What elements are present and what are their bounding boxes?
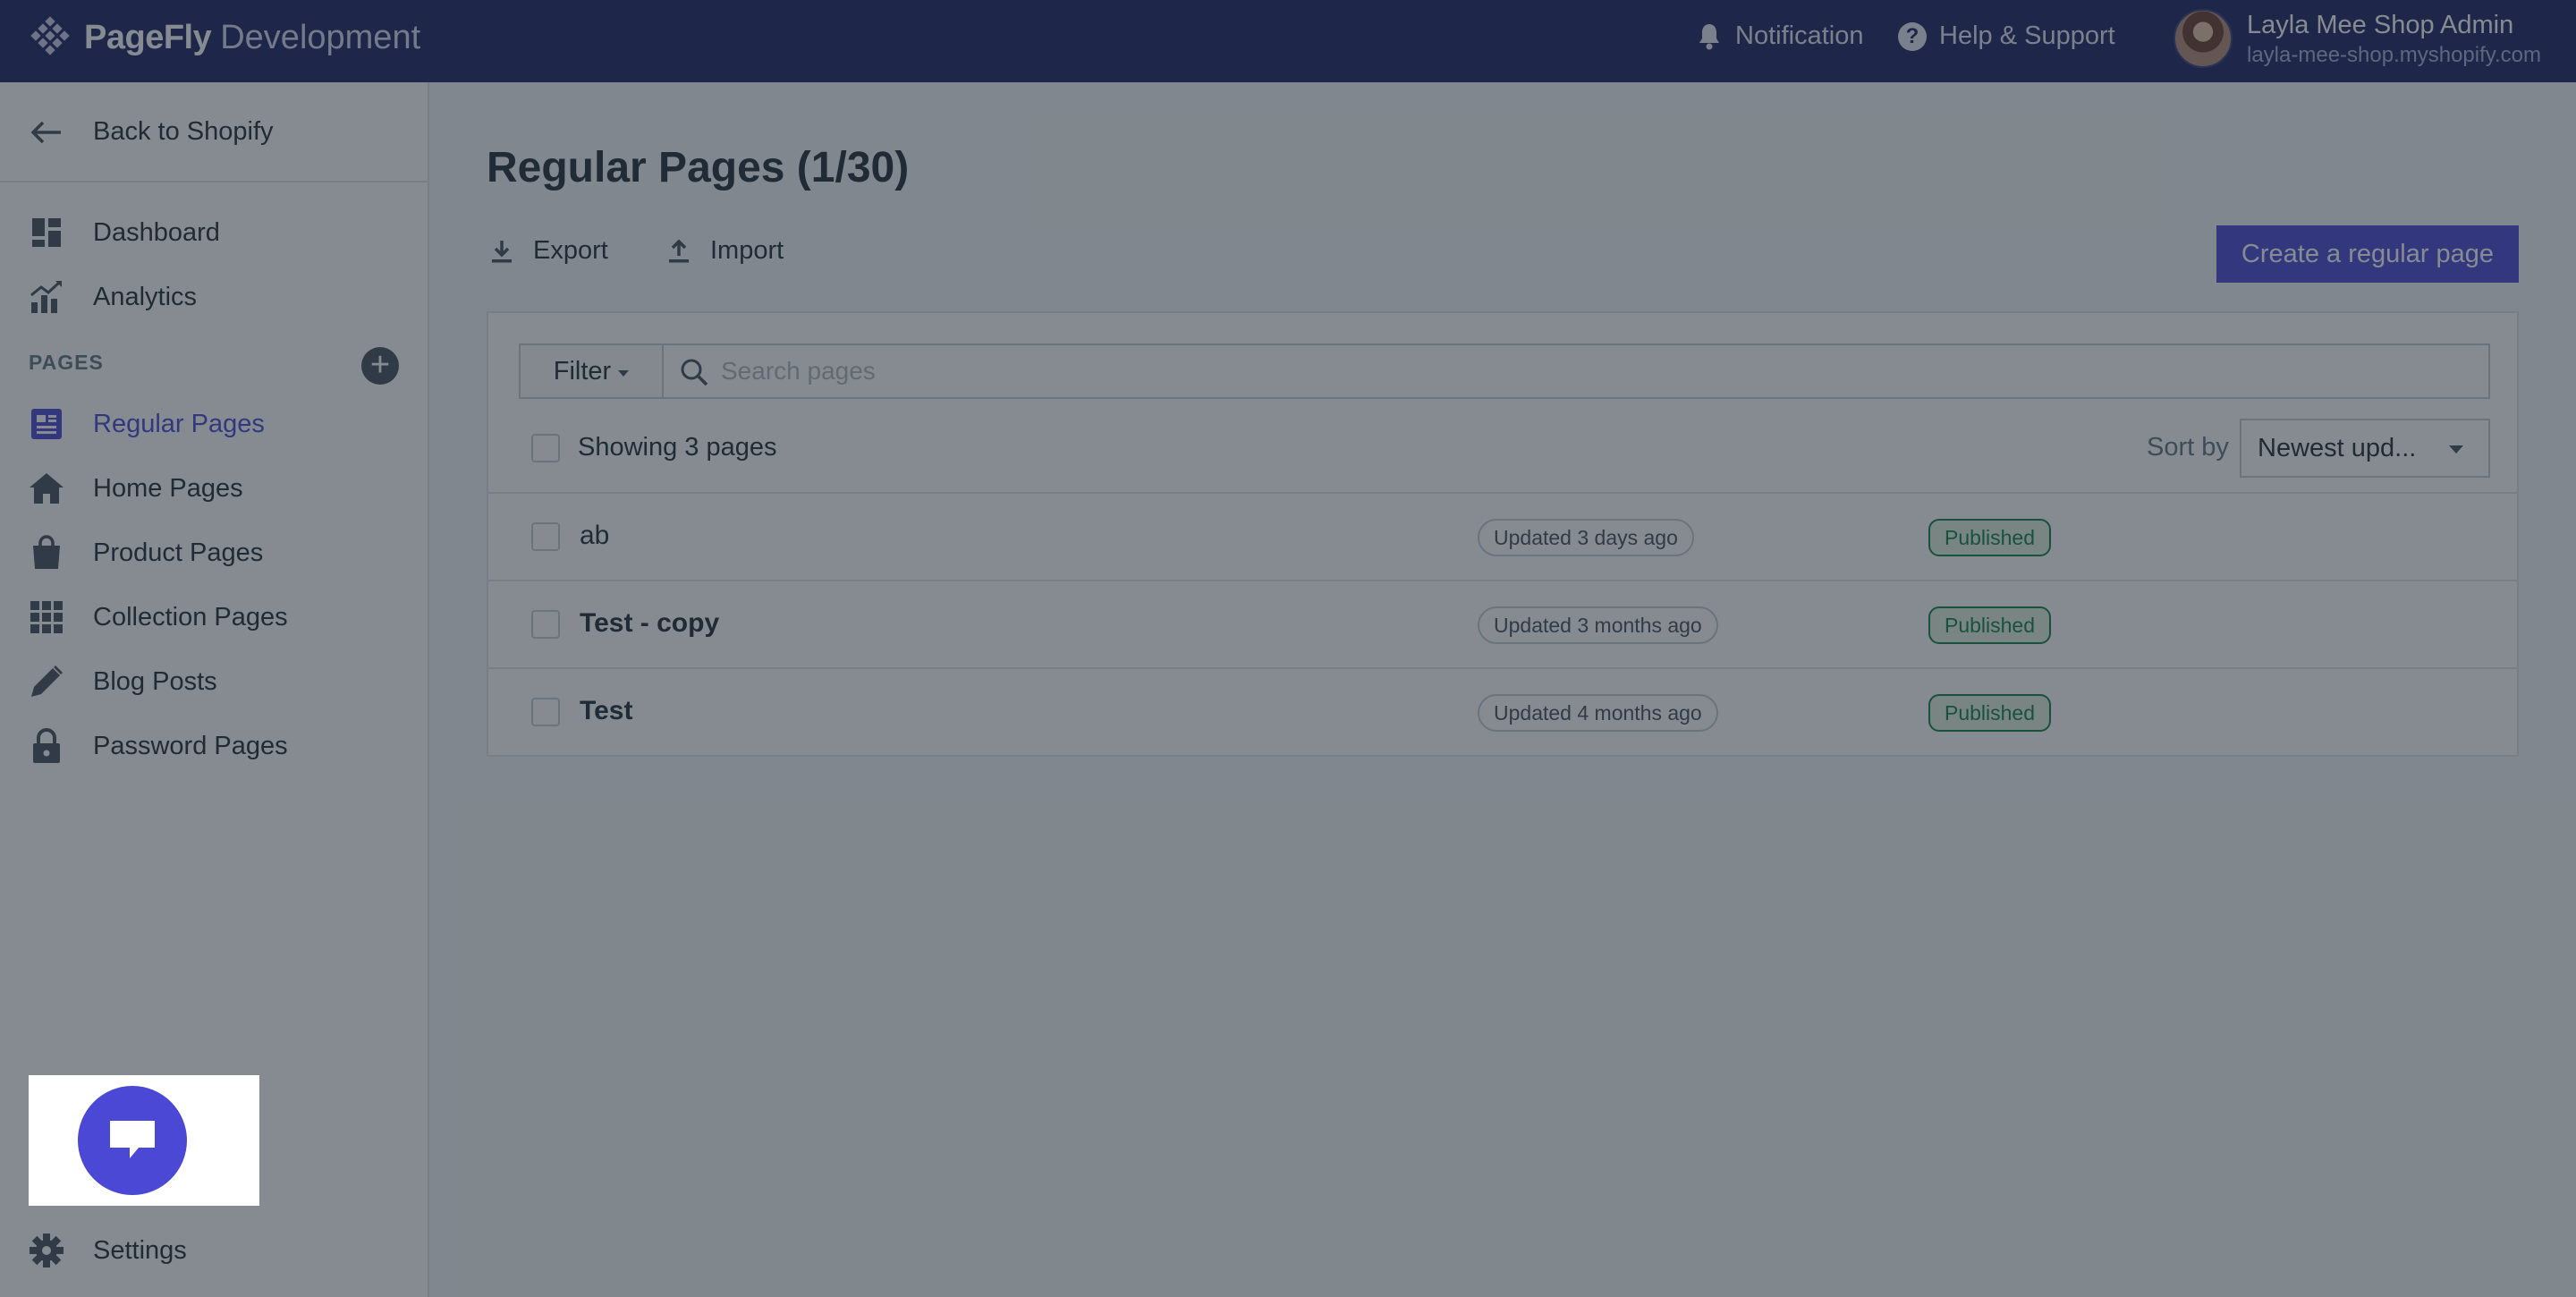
select-all-row: Showing 3 pages xyxy=(531,433,777,462)
filter-button[interactable]: Filter xyxy=(519,343,664,399)
pagefly-logo-icon xyxy=(30,16,70,55)
help-support-button[interactable]: ? Help & Support xyxy=(1898,21,2115,51)
user-shop-domain: layla-mee-shop.myshopify.com xyxy=(2247,43,2542,67)
back-to-shopify-link[interactable]: Back to Shopify xyxy=(0,82,428,182)
notification-label: Notification xyxy=(1735,21,1864,50)
table-row[interactable]: ab Updated 3 days ago Published xyxy=(488,492,2517,580)
shopping-bag-icon xyxy=(29,535,64,571)
user-name[interactable]: Layla Mee Shop Admin xyxy=(2247,11,2513,40)
sidebar-item-label: Home Pages xyxy=(93,473,243,503)
search-input[interactable] xyxy=(721,345,2474,397)
arrow-left-icon xyxy=(29,114,64,150)
sidebar-item-regular-pages[interactable]: Regular Pages xyxy=(0,395,428,453)
page-name[interactable]: ab xyxy=(580,521,609,551)
back-label: Back to Shopify xyxy=(93,116,274,146)
select-all-checkbox[interactable] xyxy=(531,433,560,462)
pages-section-title: PAGES xyxy=(29,351,104,374)
table-row[interactable]: Test Updated 4 months ago Published xyxy=(488,667,2517,755)
plus-icon: + xyxy=(369,346,391,384)
import-label: Import xyxy=(710,236,784,265)
search-icon xyxy=(681,359,708,386)
help-icon: ? xyxy=(1898,21,1927,51)
home-icon xyxy=(29,470,64,506)
gear-icon xyxy=(29,1233,64,1268)
sidebar-item-password-pages[interactable]: Password Pages xyxy=(0,717,428,775)
table-row[interactable]: Test - copy Updated 3 months ago Publish… xyxy=(488,580,2517,667)
row-checkbox[interactable] xyxy=(531,522,560,551)
status-badge: Published xyxy=(1928,694,2052,732)
sidebar-item-label: Dashboard xyxy=(93,217,220,247)
showing-count: Showing 3 pages xyxy=(578,433,777,462)
help-label: Help & Support xyxy=(1939,21,2115,50)
chat-widget xyxy=(29,1075,259,1206)
sidebar-item-label: Password Pages xyxy=(93,731,288,760)
sidebar-item-dashboard[interactable]: Dashboard xyxy=(0,204,428,261)
page-name[interactable]: Test - copy xyxy=(580,608,719,639)
export-label: Export xyxy=(533,236,608,265)
sidebar-item-settings[interactable]: Settings xyxy=(0,1222,428,1279)
chat-button[interactable] xyxy=(78,1086,187,1195)
export-button[interactable]: Export xyxy=(490,236,608,266)
updated-badge: Updated 3 days ago xyxy=(1478,519,1694,556)
filter-label: Filter xyxy=(553,356,612,386)
brand-name: PageFly xyxy=(84,18,212,56)
row-checkbox[interactable] xyxy=(531,610,560,639)
add-page-button[interactable]: + xyxy=(361,347,399,385)
pages-list-card: Filter Showing 3 pages Sort by Newest up… xyxy=(487,311,2519,757)
brand-environment: Development xyxy=(220,18,421,56)
sidebar-item-label: Settings xyxy=(93,1235,187,1265)
chat-bubble-icon xyxy=(110,1121,155,1158)
sidebar-item-collection-pages[interactable]: Collection Pages xyxy=(0,589,428,646)
row-checkbox[interactable] xyxy=(531,698,560,726)
status-badge: Published xyxy=(1928,606,2052,644)
lock-icon xyxy=(29,728,64,764)
grid-icon xyxy=(29,599,64,635)
sidebar-item-home-pages[interactable]: Home Pages xyxy=(0,460,428,517)
sort-select[interactable]: Newest upd... xyxy=(2240,419,2490,478)
sidebar-item-label: Collection Pages xyxy=(93,602,288,632)
download-icon xyxy=(492,240,512,262)
sidebar-item-label: Regular Pages xyxy=(93,409,265,438)
top-bar: PageFly Development Notification ? Help &… xyxy=(0,0,2576,82)
import-button[interactable]: Import xyxy=(667,236,784,266)
create-regular-page-button[interactable]: Create a regular page xyxy=(2216,225,2519,283)
sidebar-item-analytics[interactable]: Analytics xyxy=(0,268,428,326)
updated-badge: Updated 4 months ago xyxy=(1478,694,1718,732)
updated-badge: Updated 3 months ago xyxy=(1478,606,1718,644)
status-badge: Published xyxy=(1928,519,2052,556)
regular-pages-icon xyxy=(29,406,64,442)
sort-label: Sort by xyxy=(2147,433,2229,462)
sort-value: Newest upd... xyxy=(2258,433,2417,462)
caret-down-icon xyxy=(2449,445,2463,454)
analytics-icon xyxy=(29,279,64,315)
upload-icon xyxy=(669,239,689,262)
bell-icon xyxy=(1699,23,1719,49)
pencil-icon xyxy=(29,664,64,699)
brand[interactable]: PageFly Development xyxy=(29,16,420,59)
search-box xyxy=(662,343,2490,399)
page-title: Regular Pages (1/30) xyxy=(487,144,910,191)
notification-button[interactable]: Notification xyxy=(1696,21,1863,51)
sidebar-item-product-pages[interactable]: Product Pages xyxy=(0,524,428,581)
avatar[interactable] xyxy=(2174,9,2233,68)
sidebar-item-label: Product Pages xyxy=(93,538,264,567)
page-name[interactable]: Test xyxy=(580,696,632,726)
caret-down-icon xyxy=(618,369,630,377)
sidebar-item-blog-posts[interactable]: Blog Posts xyxy=(0,653,428,710)
sidebar-item-label: Analytics xyxy=(93,282,198,311)
sidebar-item-label: Blog Posts xyxy=(93,666,217,696)
dashboard-icon xyxy=(29,215,64,250)
